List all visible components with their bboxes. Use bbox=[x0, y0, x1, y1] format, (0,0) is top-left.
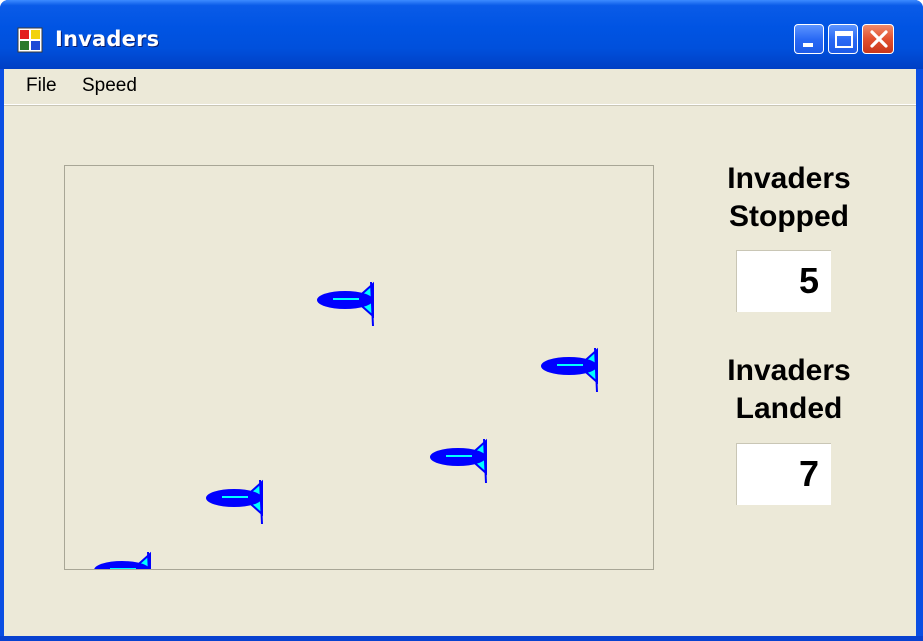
title-bar[interactable]: Invaders bbox=[0, 0, 923, 69]
window-title: Invaders bbox=[55, 27, 160, 51]
app-window: Invaders File Speed Invaders Stopped 5 I… bbox=[0, 0, 923, 641]
invader-ship-icon bbox=[541, 347, 598, 393]
invaders-landed-value: 7 bbox=[736, 443, 831, 505]
app-icon bbox=[17, 27, 43, 53]
menu-speed[interactable]: Speed bbox=[82, 75, 137, 97]
invaders-stopped-value: 5 bbox=[736, 250, 831, 312]
minimize-button[interactable] bbox=[794, 24, 824, 54]
invader-ship-icon bbox=[206, 479, 263, 525]
invaders-stopped-label-line1: Invaders bbox=[727, 162, 851, 195]
menu-bar: File Speed bbox=[4, 69, 916, 105]
invaders-landed-label-line1: Invaders bbox=[727, 354, 851, 387]
minimize-icon bbox=[803, 43, 813, 47]
invaders-landed-label: Invaders Landed bbox=[704, 352, 874, 428]
window-bottom-border bbox=[0, 636, 923, 641]
invaders-stopped-label-line2: Stopped bbox=[729, 200, 849, 233]
invader-ship-icon bbox=[94, 551, 151, 569]
menu-file[interactable]: File bbox=[26, 75, 57, 97]
close-button[interactable] bbox=[862, 24, 894, 54]
invader-ship-icon bbox=[317, 281, 374, 327]
client-area: File Speed Invaders Stopped 5 Invaders L… bbox=[4, 69, 916, 636]
close-icon bbox=[870, 30, 888, 48]
game-playfield[interactable] bbox=[64, 165, 654, 570]
invaders-landed-label-line2: Landed bbox=[735, 392, 843, 425]
maximize-icon bbox=[835, 31, 853, 48]
maximize-button[interactable] bbox=[828, 24, 858, 54]
invader-ship-icon bbox=[430, 438, 487, 484]
invaders-stopped-label: Invaders Stopped bbox=[704, 160, 874, 236]
